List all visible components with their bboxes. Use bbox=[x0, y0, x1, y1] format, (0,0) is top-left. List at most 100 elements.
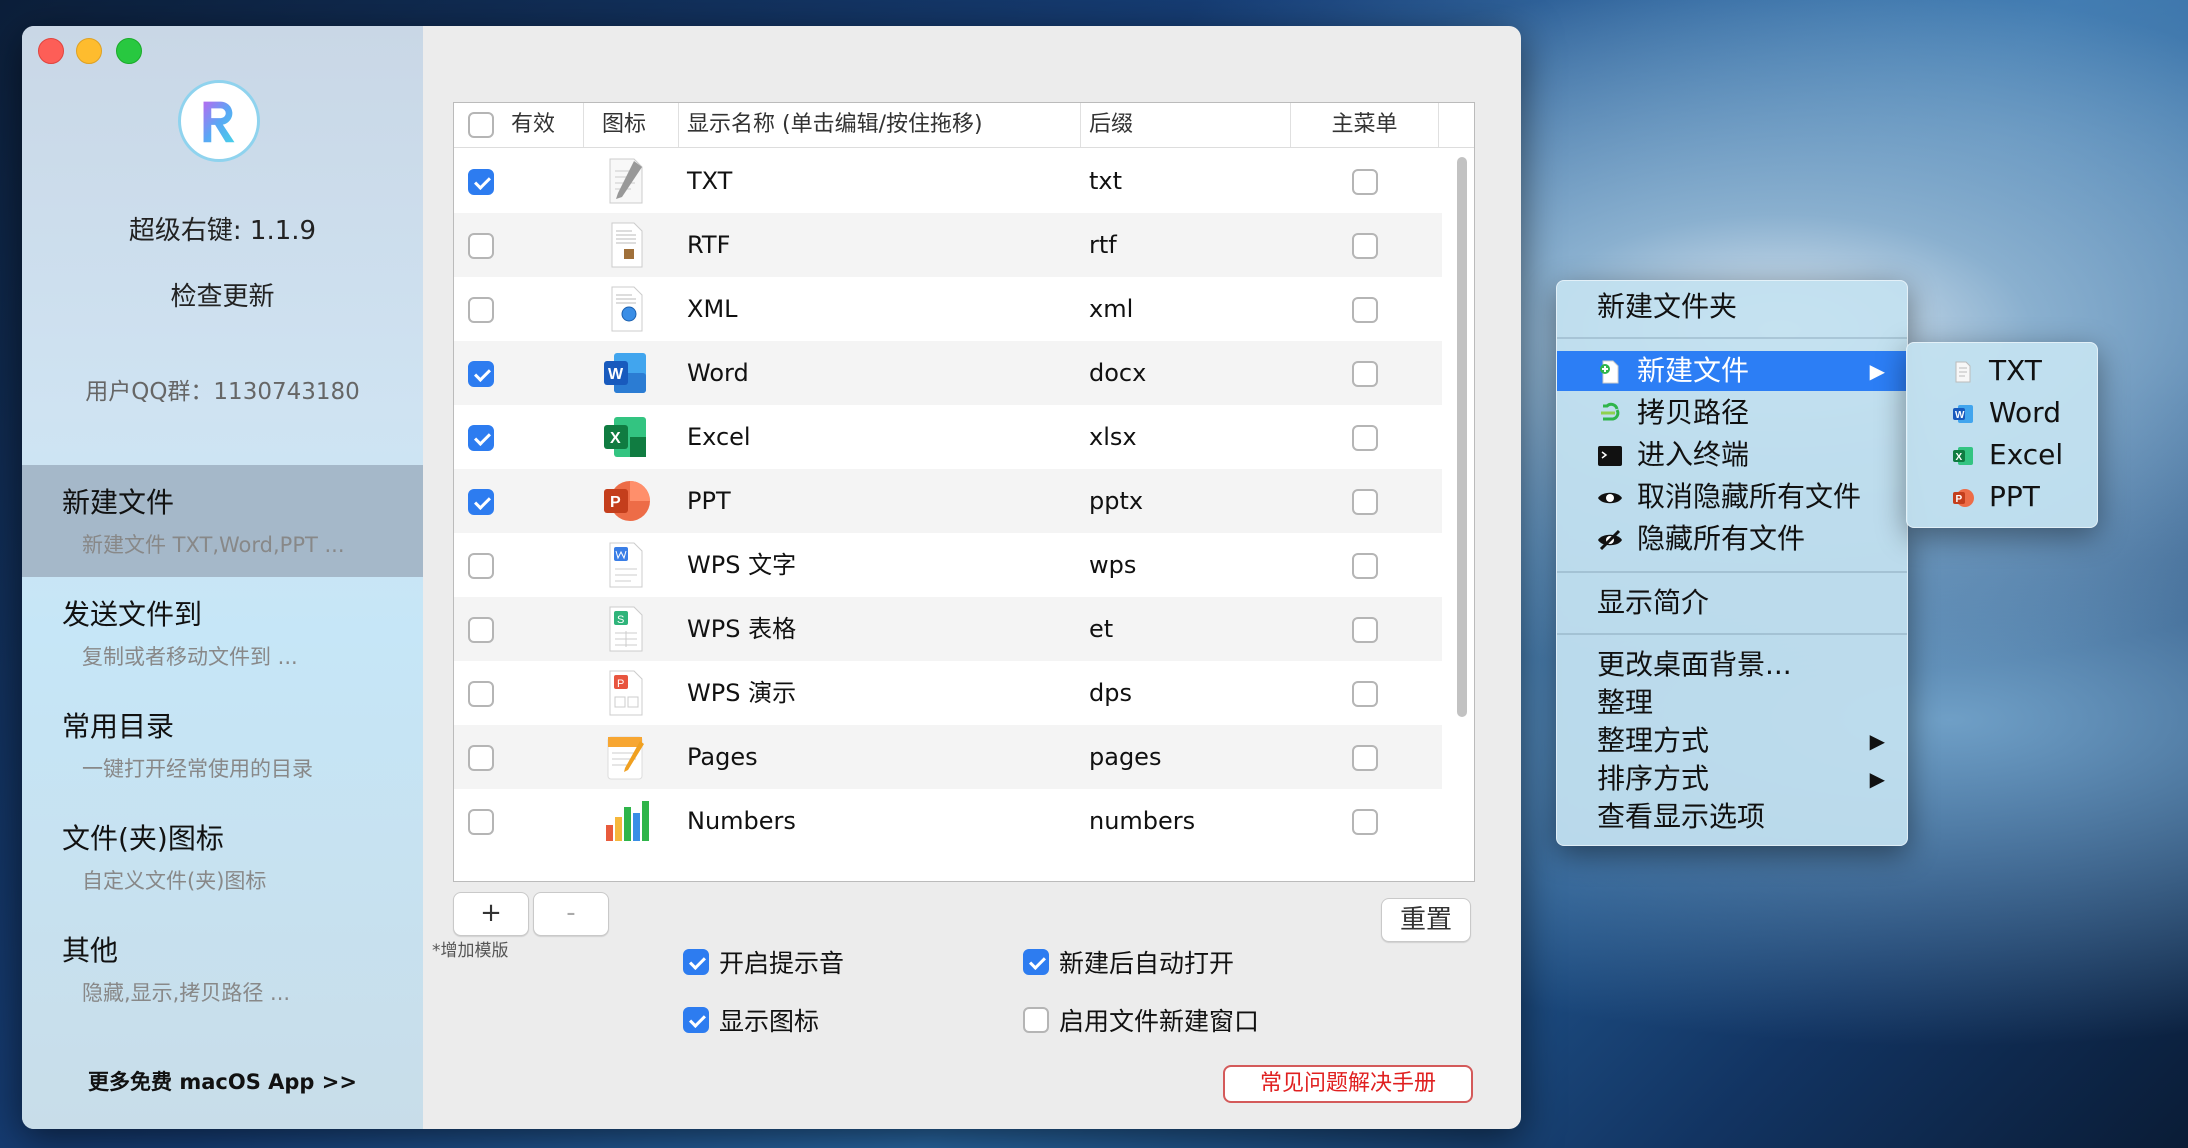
column-name[interactable]: 显示名称 (单击编辑/按住拖移) bbox=[679, 103, 1081, 147]
display-name-cell[interactable]: PPT bbox=[687, 469, 731, 533]
column-icon[interactable]: 图标 bbox=[584, 103, 679, 147]
faq-button[interactable]: 常见问题解决手册 bbox=[1223, 1065, 1473, 1103]
nav-item-other[interactable]: 其他 隐藏,显示,拷贝路径 ... bbox=[22, 913, 423, 1025]
menu-item-unhide-all[interactable]: 取消隐藏所有文件 bbox=[1557, 477, 1907, 517]
submenu-item-txt[interactable]: TXT bbox=[1907, 351, 2097, 391]
submenu-item-excel[interactable]: X Excel bbox=[1907, 435, 2097, 475]
option-new-window-checkbox[interactable] bbox=[1023, 1007, 1049, 1033]
option-show-icon[interactable]: 显示图标 bbox=[683, 1002, 819, 1038]
excel-icon: X bbox=[584, 405, 679, 469]
submenu-item-ppt[interactable]: P PPT bbox=[1907, 477, 2097, 517]
zoom-window-button[interactable] bbox=[116, 38, 142, 64]
main-menu-checkbox[interactable] bbox=[1352, 361, 1378, 387]
menu-item-open-terminal[interactable]: 进入终端 bbox=[1557, 435, 1907, 475]
minimize-window-button[interactable] bbox=[76, 38, 102, 64]
column-enabled[interactable]: 有效 bbox=[454, 103, 584, 147]
menu-item-clean-up[interactable]: 整理 bbox=[1557, 683, 1907, 723]
option-sound-checkbox[interactable] bbox=[683, 949, 709, 975]
enabled-checkbox[interactable] bbox=[468, 425, 494, 451]
display-name-cell[interactable]: WPS 表格 bbox=[687, 597, 796, 661]
nav-item-common-dirs[interactable]: 常用目录 一键打开经常使用的目录 bbox=[22, 689, 423, 801]
enabled-cell bbox=[468, 597, 494, 661]
table-row[interactable]: WPS 文字 wps bbox=[454, 533, 1442, 597]
option-auto-open[interactable]: 新建后自动打开 bbox=[1023, 944, 1234, 980]
table-row[interactable]: P WPS 演示 dps bbox=[454, 661, 1442, 725]
display-name-cell[interactable]: XML bbox=[687, 277, 738, 341]
main-menu-checkbox[interactable] bbox=[1352, 809, 1378, 835]
menu-item-clean-up-by[interactable]: 整理方式 ▶ bbox=[1557, 721, 1907, 761]
column-suffix[interactable]: 后缀 bbox=[1081, 103, 1291, 147]
enabled-checkbox[interactable] bbox=[468, 809, 494, 835]
menu-item-view-options[interactable]: 查看显示选项 bbox=[1557, 797, 1907, 837]
terminal-icon bbox=[1598, 446, 1622, 466]
nav-item-new-file[interactable]: 新建文件 新建文件 TXT,Word,PPT ... bbox=[22, 465, 423, 577]
nav-item-send-to[interactable]: 发送文件到 复制或者移动文件到 ... bbox=[22, 577, 423, 689]
table-row[interactable]: P PPT pptx bbox=[454, 469, 1442, 533]
menu-item-new-folder[interactable]: 新建文件夹 bbox=[1557, 287, 1907, 327]
menu-item-hide-all[interactable]: 隐藏所有文件 bbox=[1557, 519, 1907, 559]
main-menu-checkbox[interactable] bbox=[1352, 617, 1378, 643]
enabled-checkbox[interactable] bbox=[468, 617, 494, 643]
enabled-checkbox[interactable] bbox=[468, 745, 494, 771]
table-row[interactable]: X Excel xlsx bbox=[454, 405, 1442, 469]
svg-text:P: P bbox=[617, 678, 624, 690]
menu-item-sort-by[interactable]: 排序方式 ▶ bbox=[1557, 759, 1907, 799]
txt-file-icon bbox=[584, 149, 679, 213]
main-menu-checkbox[interactable] bbox=[1352, 489, 1378, 515]
display-name-cell[interactable]: Word bbox=[687, 341, 749, 405]
enabled-cell bbox=[468, 533, 494, 597]
table-scrollbar[interactable] bbox=[1454, 153, 1470, 873]
nav-item-folder-icons[interactable]: 文件(夹)图标 自定义文件(夹)图标 bbox=[22, 801, 423, 913]
main-menu-checkbox[interactable] bbox=[1352, 681, 1378, 707]
display-name-cell[interactable]: WPS 演示 bbox=[687, 661, 796, 725]
display-name-cell[interactable]: RTF bbox=[687, 213, 730, 277]
menu-item-get-info[interactable]: 显示简介 bbox=[1557, 583, 1907, 623]
table-row[interactable] bbox=[454, 853, 1442, 873]
submenu-item-word[interactable]: W Word bbox=[1907, 393, 2097, 433]
main-menu-checkbox[interactable] bbox=[1352, 233, 1378, 259]
display-name-cell[interactable]: WPS 文字 bbox=[687, 533, 796, 597]
display-name-cell[interactable]: TXT bbox=[687, 149, 732, 213]
table-row[interactable]: W Word docx bbox=[454, 341, 1442, 405]
qq-group-text: 用户QQ群：1130743180 bbox=[85, 379, 360, 405]
close-window-button[interactable] bbox=[38, 38, 64, 64]
select-all-checkbox[interactable] bbox=[468, 112, 494, 138]
nav-item-subtitle: 隐藏,显示,拷贝路径 ... bbox=[82, 981, 291, 1005]
enabled-checkbox[interactable] bbox=[468, 297, 494, 323]
main-menu-checkbox[interactable] bbox=[1352, 745, 1378, 771]
option-show-icon-checkbox[interactable] bbox=[683, 1007, 709, 1033]
display-name-cell[interactable]: Excel bbox=[687, 405, 751, 469]
enabled-checkbox[interactable] bbox=[468, 553, 494, 579]
menu-item-copy-path[interactable]: 拷贝路径 bbox=[1557, 393, 1907, 433]
main-menu-checkbox[interactable] bbox=[1352, 169, 1378, 195]
scrollbar-thumb[interactable] bbox=[1457, 157, 1467, 717]
menu-item-change-background[interactable]: 更改桌面背景... bbox=[1557, 645, 1907, 685]
display-name-cell[interactable]: Pages bbox=[687, 725, 758, 789]
table-row[interactable]: Numbers numbers bbox=[454, 789, 1442, 853]
remove-template-button[interactable]: - bbox=[533, 892, 609, 936]
option-sound[interactable]: 开启提示音 bbox=[683, 944, 844, 980]
more-apps-link[interactable]: 更多免费 macOS App >> bbox=[22, 1066, 423, 1096]
option-auto-open-checkbox[interactable] bbox=[1023, 949, 1049, 975]
main-menu-cell bbox=[1352, 405, 1378, 469]
reset-button[interactable]: 重置 bbox=[1381, 898, 1471, 942]
main-menu-checkbox[interactable] bbox=[1352, 297, 1378, 323]
option-new-window[interactable]: 启用文件新建窗口 bbox=[1023, 1002, 1259, 1038]
main-menu-checkbox[interactable] bbox=[1352, 553, 1378, 579]
enabled-checkbox[interactable] bbox=[468, 681, 494, 707]
table-row[interactable]: XML xml bbox=[454, 277, 1442, 341]
enabled-checkbox[interactable] bbox=[468, 169, 494, 195]
main-menu-checkbox[interactable] bbox=[1352, 425, 1378, 451]
table-row[interactable]: RTF rtf bbox=[454, 213, 1442, 277]
enabled-checkbox[interactable] bbox=[468, 489, 494, 515]
table-row[interactable]: Pages pages bbox=[454, 725, 1442, 789]
add-template-button[interactable]: + bbox=[453, 892, 529, 936]
check-update-link[interactable]: 检查更新 bbox=[22, 276, 423, 313]
table-row[interactable]: S WPS 表格 et bbox=[454, 597, 1442, 661]
enabled-checkbox[interactable] bbox=[468, 233, 494, 259]
display-name-cell[interactable]: Numbers bbox=[687, 789, 796, 853]
menu-item-new-file[interactable]: 新建文件 ▶ bbox=[1557, 351, 1907, 391]
column-main-menu[interactable]: 主菜单 bbox=[1291, 103, 1439, 147]
table-row[interactable]: TXT txt bbox=[454, 149, 1442, 213]
enabled-checkbox[interactable] bbox=[468, 361, 494, 387]
